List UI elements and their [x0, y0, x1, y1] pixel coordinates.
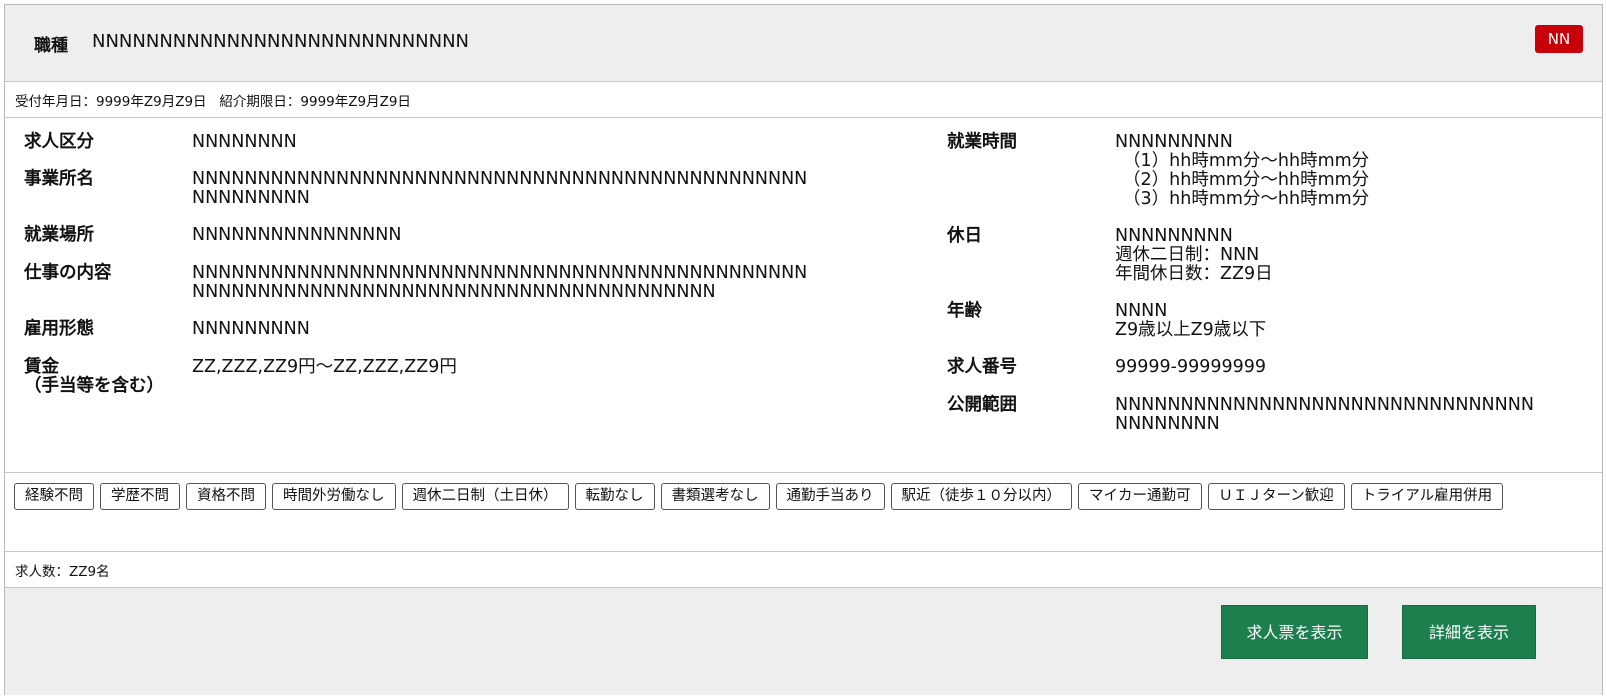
holiday-label: 休日: [947, 226, 982, 246]
age-value: NNNN Z9歳以上Z9歳以下: [1115, 301, 1267, 340]
place-value: NNNNNNNNNNNNNNNN: [192, 225, 402, 245]
tag-item: 通勤手当あり: [775, 483, 885, 510]
tag-item: 資格不問: [186, 483, 266, 510]
tag-item: 時間外労働なし: [272, 483, 396, 510]
tag-item: 書類選考なし: [660, 483, 770, 510]
holiday-value: NNNNNNNNN 週休二日制：NNN 年間休日数：ZZ9日: [1115, 226, 1273, 284]
show-job-sheet-button[interactable]: 求人票を表示: [1221, 605, 1368, 659]
job-content-label: 仕事の内容: [24, 263, 112, 283]
date-info: 受付年月日：9999年Z9月Z9日 紹介期限日：9999年Z9月Z9日: [5, 82, 1602, 118]
tag-item: 転勤なし: [574, 483, 655, 510]
tag-item: 週休二日制（土日休）: [401, 483, 569, 510]
card-header: 職種 NNNNNNNNNNNNNNNNNNNNNNNNNNNN NN: [5, 5, 1602, 82]
tag-item: トライアル雇用併用: [1350, 483, 1504, 510]
tag-item: 経験不問: [14, 483, 94, 510]
job-content-value: NNNNNNNNNNNNNNNNNNNNNNNNNNNNNNNNNNNNNNNN…: [192, 263, 808, 302]
show-details-button[interactable]: 詳細を表示: [1402, 605, 1536, 659]
age-label: 年齢: [947, 301, 982, 321]
office-label: 事業所名: [24, 169, 94, 189]
occupation-label: 職種: [34, 36, 68, 56]
occupation-value: NNNNNNNNNNNNNNNNNNNNNNNNNNNN: [92, 31, 470, 52]
feature-tags: 経験不問 学歴不問 資格不問 時間外労働なし 週休二日制（土日休） 転勤なし 書…: [5, 472, 1602, 552]
category-label: 求人区分: [24, 132, 94, 152]
office-value: NNNNNNNNNNNNNNNNNNNNNNNNNNNNNNNNNNNNNNNN…: [192, 169, 808, 208]
tag-item: ＵＩＪターン歓迎: [1207, 483, 1345, 510]
tag-item: 学歴不問: [100, 483, 180, 510]
category-value: NNNNNNNN: [192, 132, 297, 152]
scope-value: NNNNNNNNNNNNNNNNNNNNNNNNNNNNNNNN NNNNNNN…: [1115, 395, 1534, 434]
tag-item: 駅近（徒歩１０分以内）: [890, 483, 1072, 510]
employment-label: 雇用形態: [24, 319, 94, 339]
hours-value: NNNNNNNNN （1）hh時mm分〜hh時mm分 （2）hh時mm分〜hh時…: [1115, 132, 1370, 209]
wage-label: 賃金 （手当等を含む）: [24, 357, 164, 396]
place-label: 就業場所: [24, 225, 94, 245]
status-badge: NN: [1535, 25, 1583, 53]
job-card: 職種 NNNNNNNNNNNNNNNNNNNNNNNNNNNN NN 受付年月日…: [4, 4, 1603, 695]
deadline-date: 紹介期限日：9999年Z9月Z9日: [219, 94, 411, 110]
received-date: 受付年月日：9999年Z9月Z9日: [15, 94, 207, 110]
job-number-value: 99999-99999999: [1115, 357, 1267, 377]
wage-value: ZZ,ZZZ,ZZ9円〜ZZ,ZZZ,ZZ9円: [192, 357, 457, 377]
tag-item: マイカー通勤可: [1078, 483, 1202, 510]
scope-label: 公開範囲: [947, 395, 1017, 415]
job-count: 求人数：ZZ9名: [5, 552, 1602, 588]
hours-label: 就業時間: [947, 132, 1017, 152]
card-footer: 求人票を表示 詳細を表示: [5, 588, 1602, 695]
employment-value: NNNNNNNNN: [192, 319, 310, 339]
job-number-label: 求人番号: [947, 357, 1017, 377]
